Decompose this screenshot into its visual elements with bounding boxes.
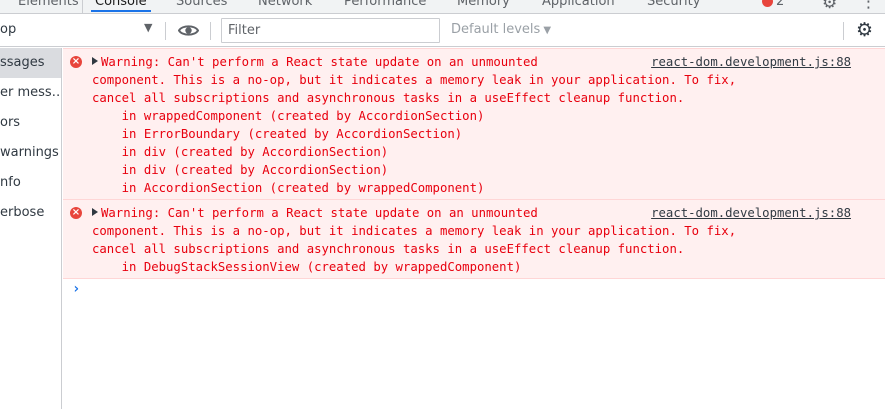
sidebar-item-label: warnings bbox=[0, 145, 59, 160]
tab-sources[interactable]: Sources bbox=[176, 0, 227, 13]
error-icon bbox=[762, 0, 773, 7]
devtools-tab-strip: Elements Console Sources Network Perform… bbox=[0, 0, 885, 14]
filter-input[interactable] bbox=[221, 18, 440, 43]
tab-console[interactable]: Console bbox=[91, 0, 151, 13]
log-levels-label: Default levels bbox=[451, 22, 541, 37]
message-line: component. This is a no-op, but it indic… bbox=[92, 224, 737, 238]
tab-divider bbox=[82, 0, 83, 13]
stack-line: in wrappedComponent (created by Accordio… bbox=[92, 109, 485, 123]
sidebar-item-label: er mess… bbox=[0, 85, 62, 100]
console-settings-gear-icon[interactable]: ⚙ bbox=[856, 19, 873, 41]
tab-performance[interactable]: Performance bbox=[344, 0, 426, 13]
triangle-right-icon[interactable] bbox=[92, 57, 98, 65]
message-text: Warning: Can't perform a React state upd… bbox=[101, 55, 538, 69]
sidebar-item-errors[interactable]: ors bbox=[0, 108, 61, 138]
message-line: cancel all subscriptions and asynchronou… bbox=[92, 242, 685, 256]
console-toolbar: op ▼ Default levels▼ ⚙ bbox=[0, 15, 885, 47]
sidebar-item-warnings[interactable]: warnings bbox=[0, 138, 61, 168]
error-icon: × bbox=[70, 207, 82, 219]
sidebar-item-label: nfo bbox=[0, 175, 21, 190]
tab-elements[interactable]: Elements bbox=[18, 0, 79, 13]
dropdown-arrow-icon: ▼ bbox=[543, 25, 552, 36]
toolbar-divider bbox=[210, 22, 211, 40]
source-link[interactable]: react-dom.development.js:88 bbox=[645, 204, 851, 222]
tab-application[interactable]: Application bbox=[542, 0, 615, 13]
error-icon: × bbox=[70, 56, 82, 68]
settings-gear-icon[interactable]: ⚙ bbox=[822, 0, 837, 13]
message-line: component. This is a no-op, but it indic… bbox=[92, 73, 737, 87]
log-levels-dropdown[interactable]: Default levels ▼ bbox=[451, 22, 551, 37]
tab-security[interactable]: Security bbox=[647, 0, 700, 13]
sidebar-item-label: erbose bbox=[0, 205, 45, 220]
stack-line: in AccordionSection (created by wrappedC… bbox=[92, 181, 485, 195]
stack-line: in ErrorBoundary (created by AccordionSe… bbox=[92, 127, 463, 141]
sidebar-item-label: ssages bbox=[0, 55, 45, 70]
toolbar-divider bbox=[165, 22, 166, 40]
sidebar-item-messages[interactable]: ssages bbox=[0, 48, 61, 78]
stack-line: in div (created by AccordionSection) bbox=[92, 145, 389, 159]
console-error-message[interactable]: × react-dom.development.js:88 Warning: C… bbox=[63, 200, 885, 279]
message-text: Warning: Can't perform a React state upd… bbox=[101, 206, 538, 220]
chevron-right-icon[interactable]: › bbox=[72, 281, 80, 297]
sidebar-item-verbose[interactable]: erbose bbox=[0, 198, 61, 228]
tab-memory[interactable]: Memory bbox=[457, 0, 510, 13]
toolbar-divider bbox=[843, 22, 844, 40]
console-messages: × react-dom.development.js:88 Warning: C… bbox=[63, 48, 885, 409]
context-selector[interactable]: op bbox=[0, 22, 16, 37]
dropdown-arrow-icon[interactable]: ▼ bbox=[144, 21, 152, 34]
console-error-message[interactable]: × react-dom.development.js:88 Warning: C… bbox=[63, 48, 885, 200]
message-line: cancel all subscriptions and asynchronou… bbox=[92, 91, 685, 105]
stack-line: in div (created by AccordionSection) bbox=[92, 163, 389, 177]
eye-icon[interactable] bbox=[178, 23, 199, 38]
sidebar-item-info[interactable]: nfo bbox=[0, 168, 61, 198]
console-sidebar: ssages er mess… ors warnings nfo erbose bbox=[0, 48, 62, 409]
tab-network[interactable]: Network bbox=[258, 0, 312, 13]
triangle-right-icon[interactable] bbox=[92, 208, 98, 216]
error-count: 2 bbox=[776, 0, 785, 9]
sidebar-item-user-messages[interactable]: er mess… bbox=[0, 78, 61, 108]
sidebar-item-label: ors bbox=[0, 115, 21, 130]
stack-line: in DebugStackSessionView (created by wra… bbox=[92, 260, 522, 274]
source-link[interactable]: react-dom.development.js:88 bbox=[645, 53, 851, 71]
error-count-badge[interactable]: 2 bbox=[762, 0, 784, 9]
more-options-icon[interactable]: ⋮ bbox=[860, 0, 877, 12]
